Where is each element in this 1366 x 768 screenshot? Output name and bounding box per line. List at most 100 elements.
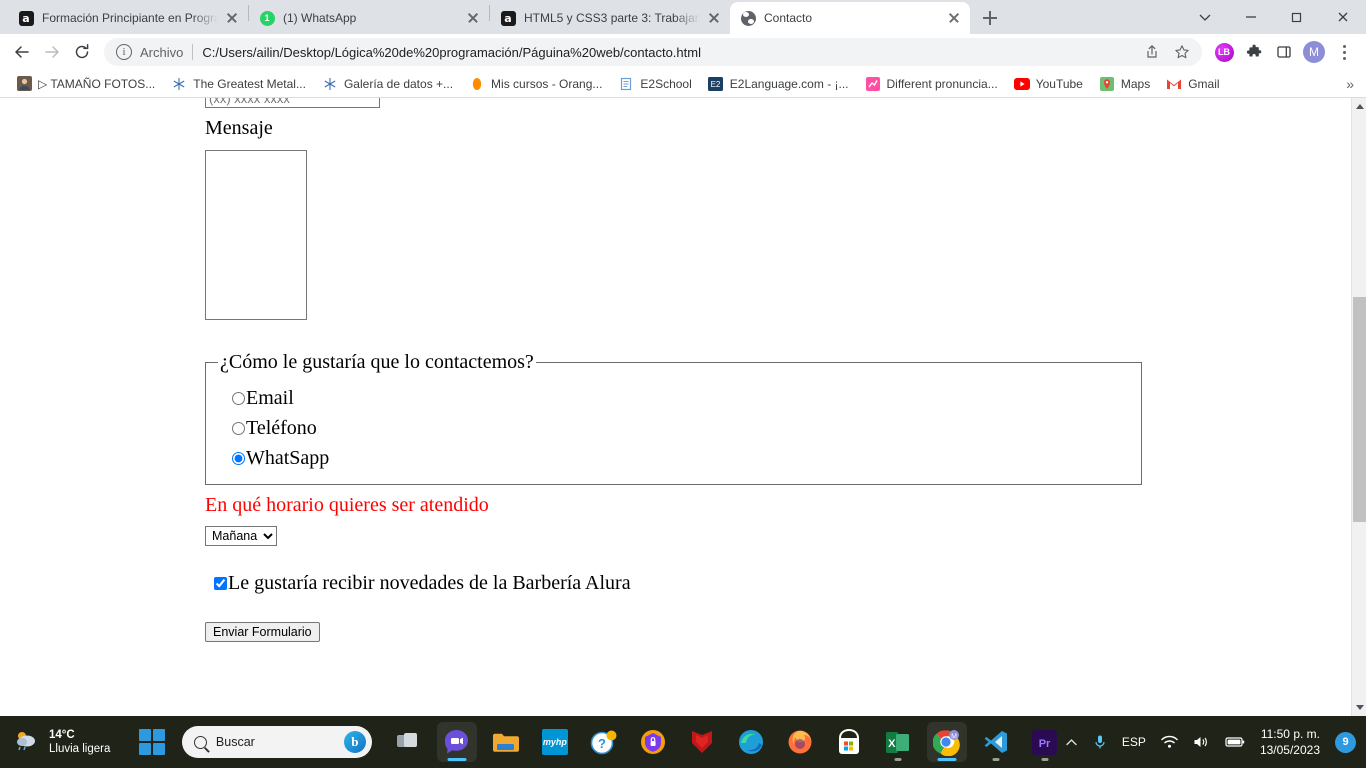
app-help[interactable]: ? xyxy=(584,722,624,762)
close-button[interactable] xyxy=(1320,0,1366,34)
extensions-icon[interactable] xyxy=(1240,38,1268,66)
radio-email[interactable] xyxy=(232,392,245,405)
contact-method-fieldset: ¿Cómo le gustaría que lo contactemos? Em… xyxy=(205,351,1142,485)
newsletter-checkbox[interactable] xyxy=(214,577,227,590)
myhp-label: myhp xyxy=(541,729,568,755)
speaker-icon[interactable] xyxy=(1193,735,1210,749)
tab-search-icon[interactable] xyxy=(1182,0,1228,34)
radio-option-telefono[interactable]: Teléfono xyxy=(232,417,1141,440)
app-premiere-pro[interactable]: Pr xyxy=(1025,722,1065,762)
extension-lb-icon[interactable]: LB xyxy=(1210,38,1238,66)
app-mcafee[interactable] xyxy=(682,722,722,762)
clock[interactable]: 11:50 p. m. 13/05/2023 xyxy=(1260,726,1320,758)
submit-button[interactable]: Enviar Formulario xyxy=(205,622,320,642)
app-microsoft-store[interactable] xyxy=(829,722,869,762)
page-viewport: Mensaje ¿Cómo le gustaría que lo contact… xyxy=(0,98,1366,716)
radio-option-whatsapp[interactable]: WhatSapp xyxy=(232,447,1141,470)
app-security[interactable] xyxy=(633,722,673,762)
minimize-button[interactable] xyxy=(1228,0,1274,34)
app-edge[interactable] xyxy=(731,722,771,762)
close-icon[interactable] xyxy=(224,10,240,26)
site-info-icon[interactable]: i xyxy=(116,44,132,60)
globe-icon xyxy=(740,10,756,26)
page-scrollbar[interactable] xyxy=(1351,98,1366,716)
gmail-icon xyxy=(1166,76,1183,92)
scroll-up-icon[interactable] xyxy=(1352,98,1366,115)
close-icon[interactable] xyxy=(465,10,481,26)
radio-telefono-label[interactable]: Teléfono xyxy=(246,417,317,440)
radio-whatsapp[interactable] xyxy=(232,452,245,465)
forward-icon[interactable] xyxy=(38,38,66,66)
orange-drop-icon xyxy=(469,76,485,92)
new-tab-button[interactable] xyxy=(976,4,1004,32)
bookmark-item[interactable]: Galería de datos +... xyxy=(314,73,461,95)
omnibox-divider xyxy=(192,44,194,60)
weather-widget[interactable]: 14°C Lluvia ligera xyxy=(0,728,135,756)
language-indicator[interactable]: ESP xyxy=(1122,735,1146,749)
svg-text:?: ? xyxy=(598,736,606,751)
share-icon[interactable] xyxy=(1138,38,1166,66)
taskbar-search[interactable]: Buscar b xyxy=(181,726,372,758)
scrollbar-thumb[interactable] xyxy=(1353,297,1366,522)
star-icon[interactable] xyxy=(1168,38,1196,66)
pink-chart-icon xyxy=(865,76,881,92)
app-chrome[interactable]: M xyxy=(926,722,967,762)
bookmark-item[interactable]: E2 E2Language.com - ¡... xyxy=(700,73,857,95)
app-chat-teams[interactable] xyxy=(436,722,477,762)
phone-input[interactable] xyxy=(205,98,380,108)
newsletter-label[interactable]: Le gustaría recibir novedades de la Barb… xyxy=(228,572,631,595)
radio-option-email[interactable]: Email xyxy=(232,387,1141,410)
wifi-icon[interactable] xyxy=(1161,735,1178,749)
tab-contacto[interactable]: Contacto xyxy=(730,2,970,34)
bookmark-label: ▷ TAMAÑO FOTOS... xyxy=(38,76,156,91)
bookmark-item[interactable]: ▷ TAMAÑO FOTOS... xyxy=(8,73,163,95)
avatar[interactable]: M xyxy=(1300,38,1328,66)
side-panel-icon[interactable] xyxy=(1270,38,1298,66)
bookmark-label: Gmail xyxy=(1188,76,1220,91)
bookmark-item[interactable]: Maps xyxy=(1091,73,1158,95)
radio-whatsapp-label[interactable]: WhatSapp xyxy=(246,447,329,470)
app-vscode[interactable] xyxy=(976,722,1016,762)
tab-whatsapp[interactable]: 1 (1) WhatsApp xyxy=(249,2,489,34)
newsletter-row[interactable]: Le gustaría recibir novedades de la Barb… xyxy=(205,572,1351,595)
three-dot-menu-icon[interactable] xyxy=(1330,38,1358,66)
start-button[interactable] xyxy=(138,729,165,755)
url-scheme-label: Archivo xyxy=(140,44,184,60)
tab-html5-css3[interactable]: a HTML5 y CSS3 parte 3: Trabajand xyxy=(490,2,730,34)
bing-icon[interactable]: b xyxy=(343,731,366,753)
close-icon[interactable] xyxy=(946,10,962,26)
app-excel[interactable]: X xyxy=(878,722,918,762)
radio-email-label[interactable]: Email xyxy=(246,387,294,410)
bookmark-label: Mis cursos - Orang... xyxy=(491,76,603,91)
bookmark-item[interactable]: Gmail xyxy=(1158,73,1227,95)
rain-cloud-icon xyxy=(14,729,40,755)
reload-icon[interactable] xyxy=(68,38,96,66)
chevron-up-icon[interactable] xyxy=(1065,736,1078,749)
battery-icon[interactable] xyxy=(1225,736,1245,748)
radio-telefono[interactable] xyxy=(232,422,245,435)
address-bar[interactable]: i Archivo C:/Users/ailin/Desktop/Lógica%… xyxy=(104,38,1202,66)
bookmark-label: E2Language.com - ¡... xyxy=(729,76,849,91)
app-file-explorer[interactable] xyxy=(486,722,526,762)
tab-formacion[interactable]: a Formación Principiante en Progra xyxy=(8,2,248,34)
app-firefox[interactable] xyxy=(780,722,820,762)
hours-select[interactable]: Mañana Tarde Noche xyxy=(205,526,277,546)
maximize-button[interactable] xyxy=(1274,0,1320,34)
message-textarea[interactable] xyxy=(205,150,307,320)
microphone-icon[interactable] xyxy=(1093,734,1107,750)
close-icon[interactable] xyxy=(706,10,722,26)
bookmark-item[interactable]: E2School xyxy=(610,73,699,95)
bookmark-item[interactable]: The Greatest Metal... xyxy=(163,73,314,95)
bookmark-item[interactable]: YouTube xyxy=(1006,73,1091,95)
bookmark-item[interactable]: Different pronuncia... xyxy=(857,73,1006,95)
tab-title: Contacto xyxy=(764,11,813,25)
notification-badge[interactable]: 9 xyxy=(1335,731,1356,753)
bookmarks-overflow-icon[interactable]: » xyxy=(1346,76,1358,92)
back-icon[interactable] xyxy=(8,38,36,66)
windows-taskbar: 14°C Lluvia ligera Buscar b myhp ? X M P… xyxy=(0,716,1366,768)
app-myhp[interactable]: myhp xyxy=(535,722,575,762)
weather-condition: Lluvia ligera xyxy=(49,743,111,755)
app-task-view[interactable] xyxy=(388,722,428,762)
scroll-down-icon[interactable] xyxy=(1352,699,1366,716)
bookmark-item[interactable]: Mis cursos - Orang... xyxy=(461,73,610,95)
